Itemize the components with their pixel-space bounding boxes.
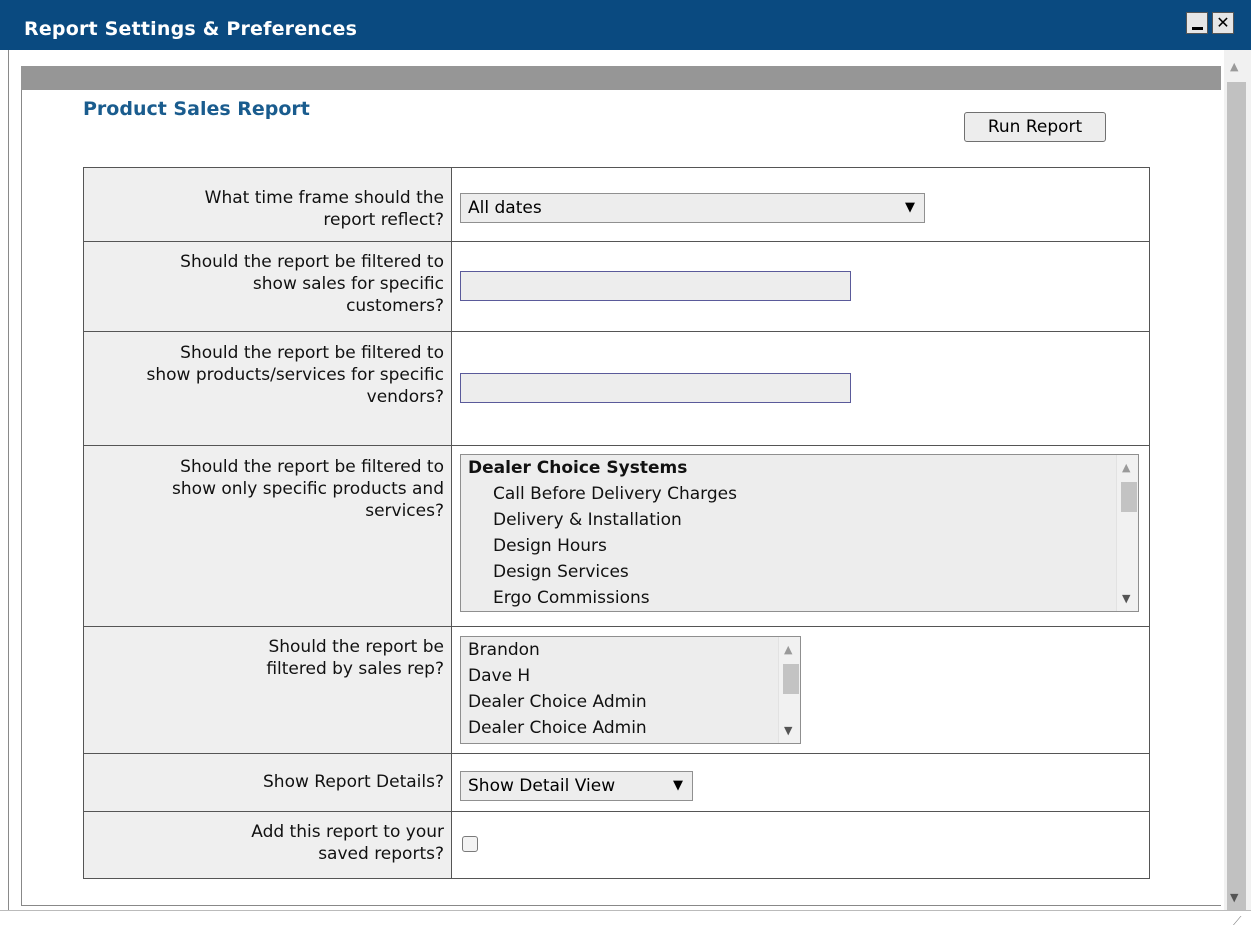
save-report-checkbox[interactable] (462, 836, 478, 852)
salesrep-option[interactable]: Brandon (461, 637, 800, 663)
save-label-text: Add this report to your saved reports? (251, 822, 444, 864)
report-options-table: What time frame should the report reflec… (83, 167, 1150, 879)
timeframe-select[interactable]: All dates ▼ (460, 193, 925, 223)
products-scrollbar[interactable]: ▲ ▼ (1116, 455, 1138, 611)
details-row: Show Report Details? Show Detail View ▼ (83, 753, 1150, 812)
timeframe-cell: All dates ▼ (451, 167, 1150, 242)
window-left-border (8, 50, 9, 910)
details-label-text: Show Report Details? (263, 772, 444, 792)
salesrep-listbox[interactable]: Brandon Dave H Dealer Choice Admin Deale… (460, 636, 801, 744)
product-option[interactable]: Design Services (461, 559, 1138, 585)
header-strip (21, 66, 1221, 90)
vendors-cell (451, 331, 1150, 446)
minimize-icon[interactable] (1186, 12, 1208, 34)
customers-label: Should the report be filtered to show sa… (83, 241, 452, 332)
pane-scroll-thumb[interactable] (1227, 82, 1246, 918)
salesrep-option[interactable]: Dealer Choice Admin (461, 689, 800, 715)
report-title: Product Sales Report (83, 98, 310, 120)
product-group-header: Dealer Choice Systems (468, 458, 688, 478)
close-icon[interactable]: ✕ (1212, 12, 1234, 34)
status-bar: ⟋ (0, 910, 1251, 932)
products-label-text: Should the report be filtered to show on… (172, 457, 444, 521)
salesrep-row: Should the report be filtered by sales r… (83, 626, 1150, 754)
window-title: Report Settings & Preferences (24, 18, 358, 40)
products-scroll-thumb[interactable] (1121, 482, 1137, 512)
details-label: Show Report Details? (83, 753, 452, 812)
scroll-up-icon[interactable]: ▲ (1122, 461, 1130, 474)
product-option[interactable]: Ergo Commissions (461, 585, 1138, 611)
customers-cell (451, 241, 1150, 332)
customers-input[interactable] (460, 271, 851, 301)
save-cell (451, 811, 1150, 879)
report-settings-window: Report Settings & Preferences ✕ Product … (0, 0, 1251, 932)
pane-scrollbar[interactable]: ▲ ▼ (1224, 50, 1251, 918)
title-bar[interactable]: Report Settings & Preferences ✕ (0, 0, 1251, 50)
product-option[interactable]: Delivery & Installation (461, 507, 1138, 533)
timeframe-label: What time frame should the report reflec… (83, 167, 452, 242)
vendors-label-text: Should the report be filtered to show pr… (146, 343, 444, 407)
salesrep-label-text: Should the report be filtered by sales r… (266, 637, 444, 679)
vendors-label: Should the report be filtered to show pr… (83, 331, 452, 446)
products-row: Should the report be filtered to show on… (83, 445, 1150, 627)
salesrep-scroll-thumb[interactable] (783, 664, 799, 694)
vendors-input[interactable] (460, 373, 851, 403)
dropdown-arrow-icon: ▼ (905, 200, 915, 215)
scroll-up-icon[interactable]: ▲ (784, 643, 792, 656)
resize-grip-icon[interactable]: ⟋ (1233, 914, 1249, 930)
scroll-up-icon[interactable]: ▲ (1230, 60, 1238, 73)
timeframe-label-text: What time frame should the report reflec… (204, 188, 444, 230)
scroll-down-icon[interactable]: ▼ (1122, 592, 1130, 605)
details-select[interactable]: Show Detail View ▼ (460, 771, 693, 801)
details-selected: Show Detail View (468, 776, 616, 796)
salesrep-option[interactable]: Dave H (461, 663, 800, 689)
details-cell: Show Detail View ▼ (451, 753, 1150, 812)
salesrep-cell: Brandon Dave H Dealer Choice Admin Deale… (451, 626, 1150, 754)
save-row: Add this report to your saved reports? (83, 811, 1150, 879)
scroll-down-icon[interactable]: ▼ (784, 724, 792, 737)
timeframe-row: What time frame should the report reflec… (83, 167, 1150, 242)
salesrep-option[interactable]: Dealer Choice Admin (461, 715, 800, 741)
customers-row: Should the report be filtered to show sa… (83, 241, 1150, 332)
products-label: Should the report be filtered to show on… (83, 445, 452, 627)
products-listbox[interactable]: Dealer Choice Systems Call Before Delive… (460, 454, 1139, 612)
salesrep-label: Should the report be filtered by sales r… (83, 626, 452, 754)
vendors-row: Should the report be filtered to show pr… (83, 331, 1150, 446)
dropdown-arrow-icon: ▼ (673, 778, 683, 793)
product-option[interactable]: Call Before Delivery Charges (461, 481, 1138, 507)
salesrep-scrollbar[interactable]: ▲ ▼ (778, 637, 800, 743)
product-option[interactable]: Design Hours (461, 533, 1138, 559)
customers-label-text: Should the report be filtered to show sa… (180, 252, 444, 316)
run-report-button[interactable]: Run Report (964, 112, 1106, 142)
scroll-down-icon[interactable]: ▼ (1230, 891, 1238, 904)
timeframe-selected: All dates (468, 198, 542, 218)
products-cell: Dealer Choice Systems Call Before Delive… (451, 445, 1150, 627)
save-label: Add this report to your saved reports? (83, 811, 452, 879)
